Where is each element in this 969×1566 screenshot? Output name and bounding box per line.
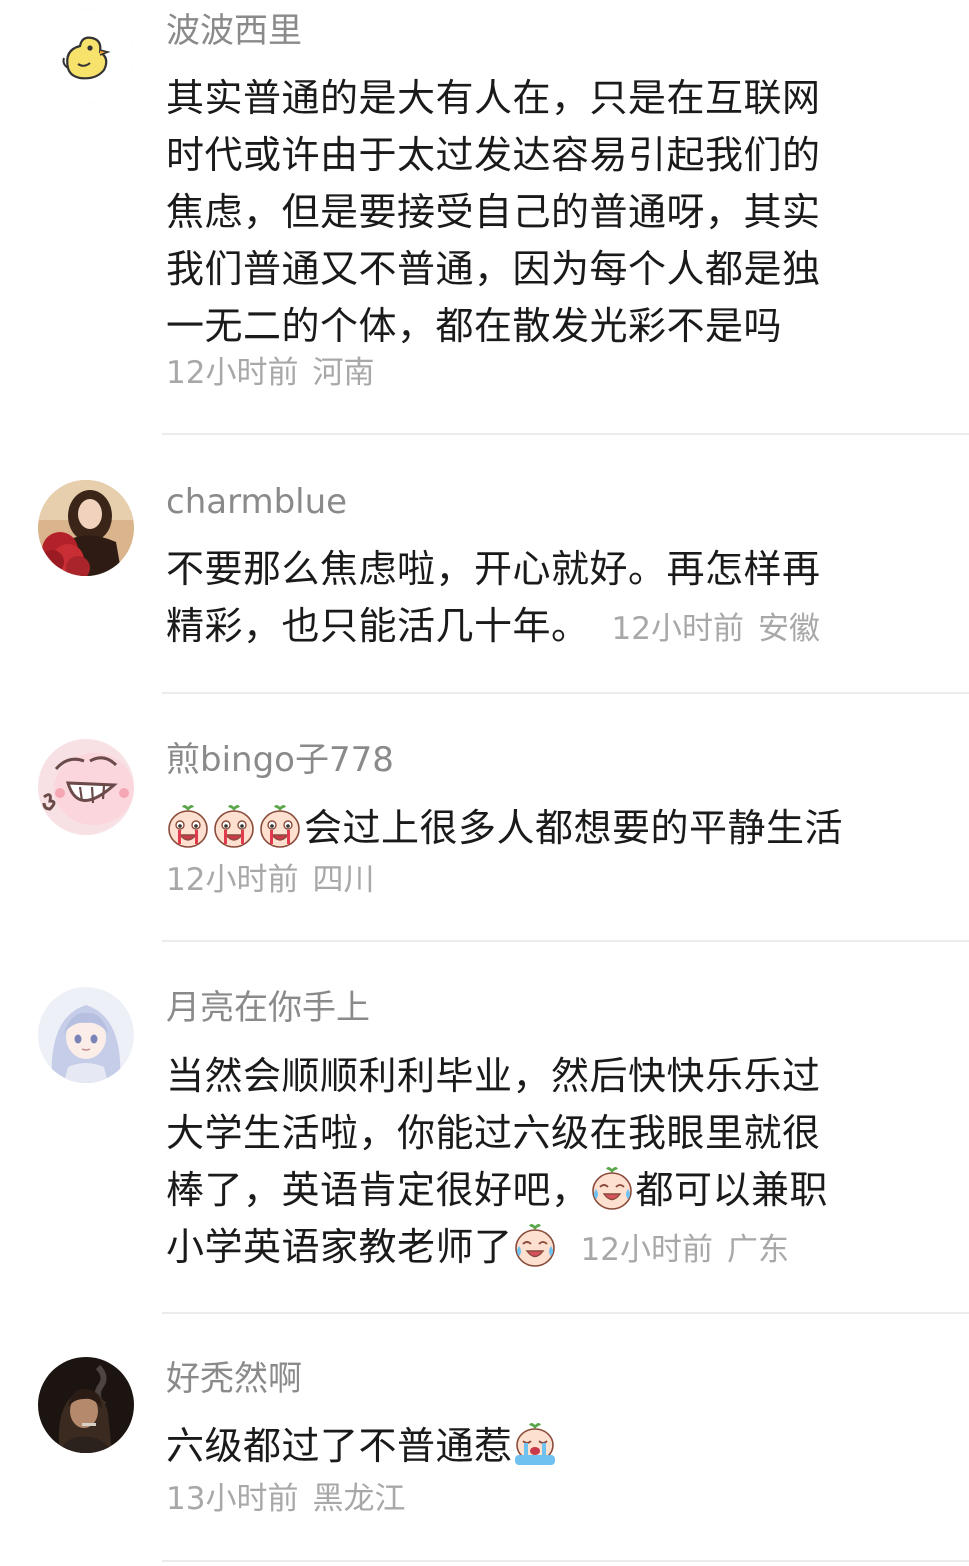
username[interactable]: 煎bingo子778 <box>166 738 394 782</box>
comment-line: 会过上很多人都想要的平静生活 <box>166 800 896 857</box>
location: 安徽 <box>757 611 820 647</box>
comment-line: 小学英语家教老师了 12小时前 广东 <box>166 1219 896 1279</box>
comment-line: 大学生活啦，你能过六级在我眼里就很 <box>166 1111 821 1155</box>
timestamp: 12小时前 <box>166 862 299 898</box>
location: 黑龙江 <box>312 1481 406 1517</box>
comment-text: 六级都过了不普通惹 <box>166 1418 896 1475</box>
username[interactable]: 波波西里 <box>166 9 302 53</box>
comment-line: 不要那么焦虑啦，开心就好。再怎样再 <box>166 547 821 591</box>
divider <box>162 1312 969 1314</box>
comment-meta: 12小时前 河南 <box>166 351 374 395</box>
comment-meta: 13小时前 黑龙江 <box>166 1477 405 1521</box>
anime-girl-avatar <box>38 987 134 1083</box>
divider <box>162 433 969 435</box>
comment-line: 我们普通又不普通，因为每个人都是独 <box>166 247 821 291</box>
crying-peach-emoji-icon <box>258 803 302 849</box>
location: 河南 <box>312 355 375 391</box>
comment-line-text: 精彩，也只能活几十年。 <box>166 604 590 648</box>
comment-line-text: 棒了，英语肯定很好吧， <box>166 1168 590 1212</box>
comment-meta: 12小时前 四川 <box>166 858 374 902</box>
comment-line: 当然会顺顺利利毕业，然后快快乐乐过 <box>166 1054 821 1098</box>
comment-line-text: 会过上很多人都想要的平静生活 <box>304 806 844 850</box>
location: 广东 <box>726 1232 789 1268</box>
comment-line: 其实普通的是大有人在，只是在互联网 <box>166 76 821 120</box>
comment-line-text: 都可以兼职 <box>635 1168 829 1212</box>
timestamp: 12小时前 <box>580 1232 713 1268</box>
comment-meta: 12小时前 安徽 <box>612 611 820 647</box>
smoking-woman-photo <box>38 1357 134 1453</box>
timestamp: 12小时前 <box>166 355 299 391</box>
avatar[interactable] <box>38 8 134 104</box>
comment-text: 会过上很多人都想要的平静生活 <box>166 800 896 857</box>
username[interactable]: 月亮在你手上 <box>166 986 370 1030</box>
comment-line-text: 六级都过了不普通惹 <box>166 1424 513 1468</box>
divider <box>162 1560 969 1562</box>
username[interactable]: 好秃然啊 <box>166 1357 302 1401</box>
comment-line: 时代或许由于太过发达容易引起我们的 <box>166 133 821 177</box>
timestamp: 13小时前 <box>166 1481 299 1517</box>
comment-text: 不要那么焦虑啦，开心就好。再怎样再 精彩，也只能活几十年。 12小时前 安徽 <box>166 541 896 658</box>
comment-line: 精彩，也只能活几十年。 12小时前 安徽 <box>166 598 896 658</box>
grinning-pink-face-icon <box>38 739 134 835</box>
comment-text: 当然会顺顺利利毕业，然后快快乐乐过 大学生活啦，你能过六级在我眼里就很 棒了，英… <box>166 1048 896 1279</box>
comment-line: 棒了，英语肯定很好吧， 都可以兼职 <box>166 1162 896 1219</box>
comment-line: 焦虑，但是要接受自己的普通呀，其实 <box>166 190 821 234</box>
comment-line-text: 小学英语家教老师了 <box>166 1225 513 1269</box>
username[interactable]: charmblue <box>166 480 347 524</box>
comment-line: 六级都过了不普通惹 <box>166 1418 896 1475</box>
avatar[interactable] <box>38 739 134 835</box>
laughing-tears-peach-emoji-icon <box>590 1165 634 1211</box>
comment-text: 其实普通的是大有人在，只是在互联网 时代或许由于太过发达容易引起我们的 焦虑，但… <box>166 70 896 355</box>
divider <box>162 692 969 694</box>
location: 四川 <box>312 862 375 898</box>
woman-with-roses-photo <box>38 480 134 576</box>
crying-peach-emoji-icon <box>212 803 256 849</box>
crying-peach-emoji-icon <box>166 803 210 849</box>
bawling-peach-emoji-icon <box>513 1421 557 1467</box>
yellow-chick-icon <box>38 8 134 104</box>
laughing-tears-peach-emoji-icon <box>513 1222 557 1268</box>
avatar[interactable] <box>38 480 134 576</box>
avatar[interactable] <box>38 1357 134 1453</box>
divider <box>162 940 969 942</box>
comment-meta: 12小时前 广东 <box>581 1232 789 1268</box>
avatar[interactable] <box>38 987 134 1083</box>
timestamp: 12小时前 <box>611 611 744 647</box>
comment-line: 一无二的个体，都在散发光彩不是吗 <box>166 304 783 348</box>
